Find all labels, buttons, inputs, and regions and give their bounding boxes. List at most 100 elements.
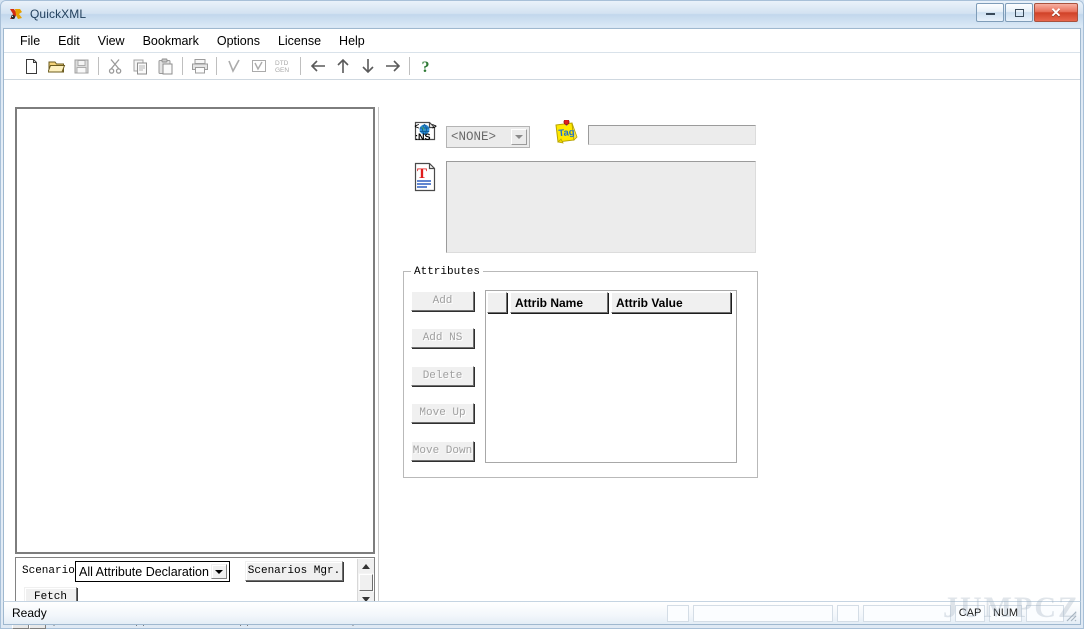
attribute-move-up-button[interactable]: Move Up	[411, 403, 474, 423]
tree-view-pane[interactable]	[15, 107, 375, 554]
toolbar-help-button[interactable]: ?	[415, 55, 438, 77]
svg-text:<: <	[415, 122, 420, 131]
scenario-dropdown-arrow[interactable]	[211, 564, 227, 579]
menu-bar: File Edit View Bookmark Options License …	[4, 29, 1080, 53]
scenario-scrollbar[interactable]	[357, 559, 374, 607]
cut-scissors-icon	[108, 59, 122, 74]
scenarios-manager-button[interactable]: Scenarios Mgr.	[245, 561, 343, 581]
attribute-delete-button[interactable]: Delete	[411, 366, 474, 386]
close-icon: ✕	[1050, 5, 1062, 20]
toolbar-copy-button	[129, 55, 152, 77]
quickxml-application-window: QuickXML ✕ File Edit View Bookmark Optio…	[0, 0, 1084, 629]
element-text-input[interactable]	[446, 161, 756, 253]
toolbar-cut-button	[104, 55, 127, 77]
new-document-icon	[26, 58, 37, 74]
maximize-button[interactable]	[1005, 3, 1033, 22]
toolbar-print-button	[188, 55, 211, 77]
scenario-combo[interactable]: All Attribute Declaration	[75, 561, 230, 582]
copy-icon	[133, 59, 147, 74]
toolbar-back-button[interactable]	[306, 55, 329, 77]
validate-check-icon	[227, 59, 240, 73]
menu-edit[interactable]: Edit	[50, 31, 88, 51]
namespace-globe-icon: < > :NS	[412, 121, 440, 151]
attributes-grid-header: Attrib Name Attrib Value	[486, 291, 736, 314]
attributes-grid-body[interactable]	[486, 314, 736, 462]
minimize-icon	[985, 10, 995, 15]
status-pane-2	[693, 604, 833, 622]
toolbar-separator	[98, 57, 99, 75]
svg-text:GEN: GEN	[275, 67, 289, 74]
scrollbar-up-button[interactable]	[358, 559, 374, 573]
status-pane-5	[1026, 604, 1064, 622]
status-indicator-num: NUM	[989, 604, 1022, 622]
title-bar[interactable]: QuickXML ✕	[1, 1, 1083, 27]
toolbar-paste-button	[154, 55, 177, 77]
toolbar-open-button[interactable]	[45, 55, 68, 77]
close-button[interactable]: ✕	[1034, 3, 1078, 22]
open-folder-icon	[47, 61, 65, 72]
attribute-add-button[interactable]: Add	[411, 291, 474, 311]
arrow-up-icon	[336, 58, 349, 73]
dtd-gen-icon: DTD GEN	[275, 60, 289, 74]
attributes-grid-column-attrib-name[interactable]: Attrib Name	[510, 292, 608, 313]
toolbar-separator	[409, 57, 410, 75]
menu-bookmark[interactable]: Bookmark	[135, 31, 207, 51]
attributes-group-title: Attributes	[411, 267, 484, 278]
status-indicator-cap: CAP	[955, 604, 985, 622]
svg-text:T: T	[417, 166, 427, 182]
svg-text:DTD: DTD	[275, 60, 289, 67]
namespace-dropdown-arrow[interactable]	[511, 129, 527, 145]
toolbar-separator	[300, 57, 301, 75]
status-message: Ready	[12, 606, 47, 620]
chevron-down-icon	[515, 135, 523, 139]
paste-clipboard-icon	[158, 58, 173, 74]
arrow-down-icon	[361, 59, 374, 74]
toolbar: DTD GEN ?	[4, 53, 1080, 80]
minimize-button[interactable]	[976, 3, 1004, 22]
resize-grip-icon[interactable]	[1063, 608, 1077, 622]
save-disk-icon	[74, 59, 89, 73]
menu-license[interactable]: License	[270, 31, 329, 51]
menu-options[interactable]: Options	[209, 31, 268, 51]
toolbar-forward-button[interactable]	[381, 55, 404, 77]
window-controls: ✕	[976, 3, 1078, 22]
text-document-icon: T	[412, 162, 440, 194]
tag-note-icon: Tag	[552, 119, 580, 150]
namespace-combo[interactable]: <NONE>	[446, 126, 530, 148]
menu-view[interactable]: View	[90, 31, 133, 51]
scenario-label: Scenario	[22, 565, 75, 577]
chevron-down-icon	[215, 569, 223, 574]
svg-text::NS: :NS	[415, 132, 431, 142]
attributes-grid-column-attrib-value[interactable]: Attrib Value	[611, 292, 731, 313]
tag-name-input[interactable]	[588, 125, 756, 145]
chevron-up-icon	[362, 563, 370, 569]
maximize-icon	[1014, 8, 1024, 17]
status-bar: Ready CAP NUM	[3, 601, 1081, 625]
toolbar-up-button[interactable]	[331, 55, 354, 77]
svg-text:?: ?	[421, 59, 429, 75]
attributes-grid-column-corner[interactable]	[487, 292, 507, 313]
validate-dtd-icon	[251, 60, 266, 72]
toolbar-new-button[interactable]	[20, 55, 43, 77]
arrow-left-icon	[310, 60, 325, 72]
pane-splitter[interactable]	[378, 107, 388, 607]
toolbar-separator	[182, 57, 183, 75]
toolbar-save-button	[70, 55, 93, 77]
arrow-right-icon	[385, 60, 400, 72]
attributes-grid[interactable]: Attrib Name Attrib Value	[485, 290, 737, 463]
toolbar-dtd-gen-button: DTD GEN	[272, 55, 295, 77]
status-pane-4	[863, 604, 951, 622]
menu-help[interactable]: Help	[331, 31, 373, 51]
namespace-value: <NONE>	[451, 130, 497, 144]
window-title: QuickXML	[30, 7, 87, 21]
toolbar-down-button[interactable]	[356, 55, 379, 77]
status-pane-1	[667, 604, 689, 622]
toolbar-separator	[216, 57, 217, 75]
svg-text:>: >	[432, 122, 437, 131]
svg-text:Tag: Tag	[558, 127, 575, 139]
attribute-add-ns-button[interactable]: Add NS	[411, 328, 474, 348]
scrollbar-thumb[interactable]	[359, 574, 373, 591]
toolbar-validate-dtd-button	[247, 55, 270, 77]
menu-file[interactable]: File	[12, 31, 48, 51]
attribute-move-down-button[interactable]: Move Down	[411, 441, 474, 461]
